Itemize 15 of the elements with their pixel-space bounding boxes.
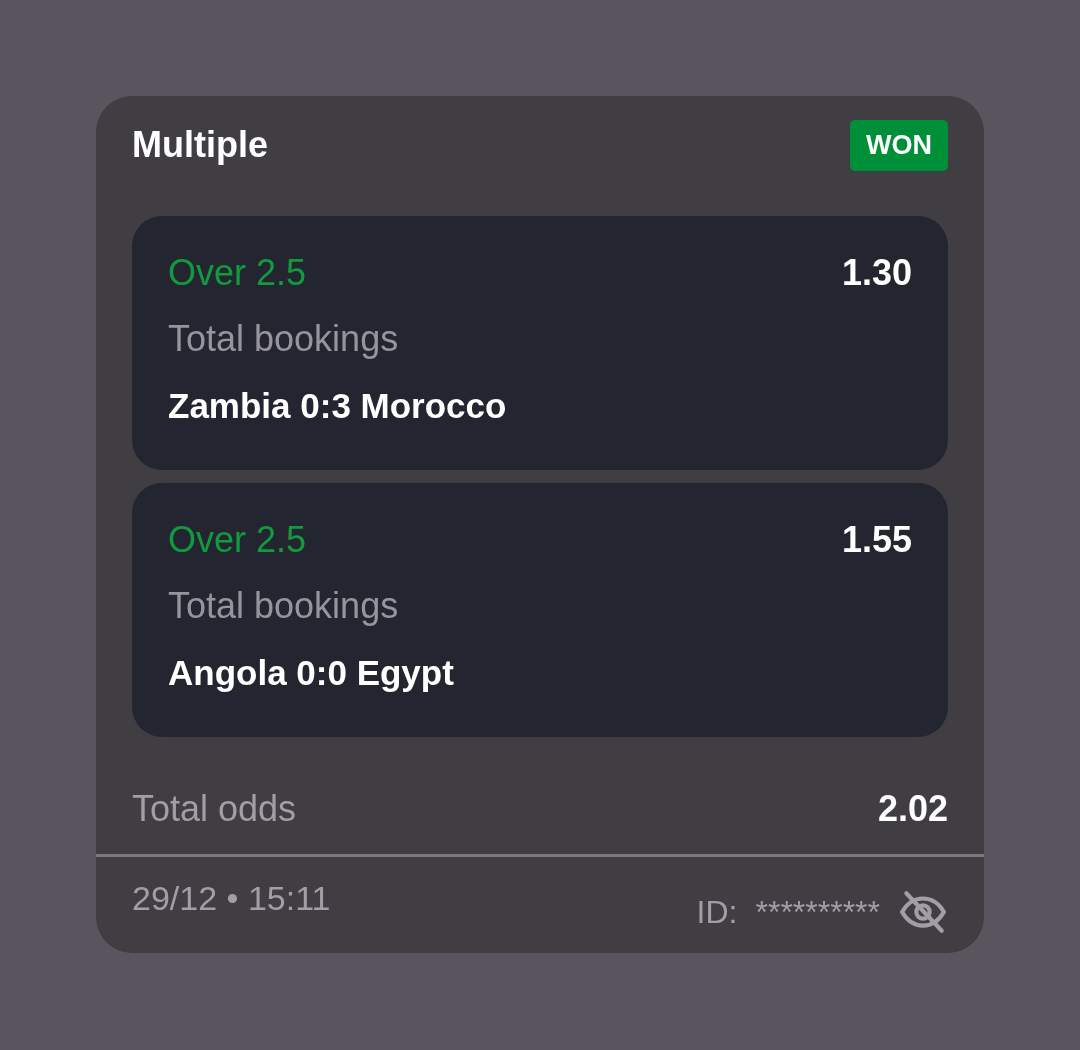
match-result: Zambia 0:3 Morocco [168,386,508,426]
total-odds-value: 2.02 [877,788,948,830]
market-name: Total bookings [168,585,400,627]
selection-pick: Over 2.5 [168,252,307,294]
bet-id: ********** [755,893,880,931]
bet-datetime: 29/12 • 15:11 [132,879,331,918]
id-label: ID: [696,893,738,931]
selection-odds: 1.30 [841,252,912,294]
match-result: Angola 0:0 Egypt [168,653,455,693]
total-odds-label: Total odds [132,788,297,830]
status-badge: WON [850,119,948,171]
selection-pick: Over 2.5 [168,519,307,561]
selection-odds: 1.55 [841,519,912,561]
bet-type-title: Multiple [132,124,268,166]
market-name: Total bookings [168,318,400,360]
